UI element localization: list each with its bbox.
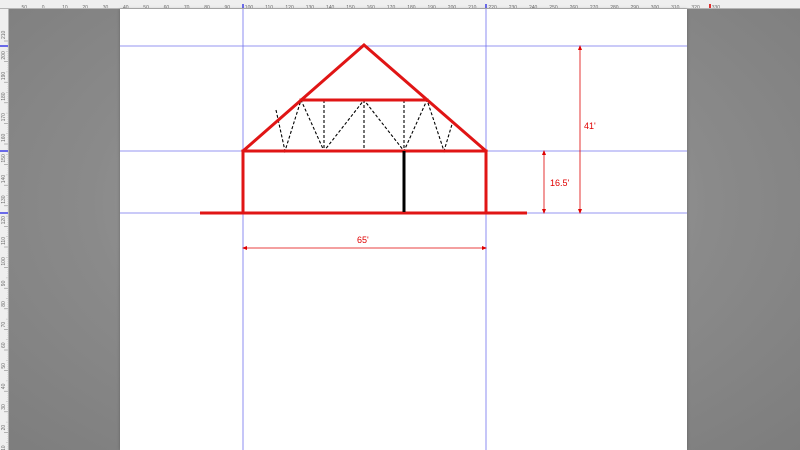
dimension-label-width: 65' (357, 235, 369, 245)
dimension-label-total-height: 41' (584, 121, 596, 131)
dimension-wall-height (542, 150, 546, 214)
design-app-window: 50 0 10 20 30 40 50 60 70 80 90 100 110 120 130 140 150 1… (0, 0, 800, 450)
dimension-width (242, 246, 487, 250)
building-structure (200, 43, 527, 215)
dimension-label-wall-height: 16.5' (550, 178, 570, 188)
guide-lines (120, 9, 687, 450)
dimension-total-height (578, 45, 582, 214)
truss-web-members (275, 98, 454, 154)
truss-drawing: 41' 16.5' 65' (120, 9, 687, 450)
